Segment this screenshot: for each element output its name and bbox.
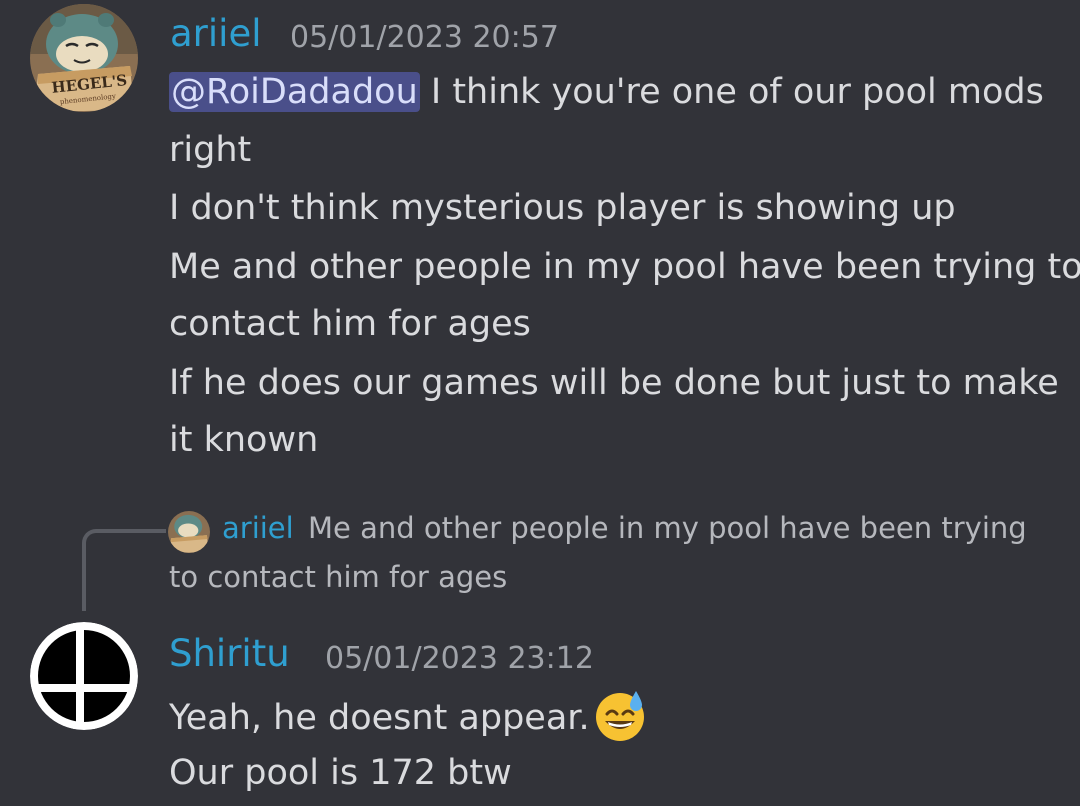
sweat-smile-emoji-icon: [592, 687, 648, 743]
message-line: I don't think mysterious player is showi…: [169, 188, 956, 228]
message-line: @RoiDadadou I think you're one of our po…: [169, 72, 1044, 112]
message-line: Yeah, he doesnt appear.: [169, 691, 648, 743]
message-text: Yeah, he doesnt appear.: [169, 698, 590, 738]
reply-text[interactable]: Me and other people in my pool have been…: [308, 511, 1027, 545]
message-text: I think you're one of our pool mods: [419, 72, 1044, 112]
snorlax-avatar-icon: [168, 511, 210, 553]
message-timestamp: 05/01/2023 20:57: [290, 20, 559, 55]
snorlax-avatar-icon: HEGEL'S phenomenology: [30, 4, 138, 112]
reply-text[interactable]: to contact him for ages: [169, 560, 507, 594]
message-line: Me and other people in my pool have been…: [169, 247, 1080, 287]
message-line: If he does our games will be done but ju…: [169, 363, 1059, 403]
reply-avatar[interactable]: [168, 511, 210, 553]
message-timestamp: 05/01/2023 23:12: [325, 641, 594, 676]
avatar[interactable]: HEGEL'S phenomenology: [30, 4, 138, 112]
message-line: right: [169, 130, 252, 170]
avatar[interactable]: [30, 622, 138, 730]
smash-bros-logo-icon: [30, 622, 138, 730]
reply-connector: [82, 529, 166, 611]
message-author[interactable]: Shiritu: [169, 632, 290, 675]
message-line: contact him for ages: [169, 304, 531, 344]
message-author[interactable]: ariiel: [170, 12, 262, 55]
message-line: it known: [169, 420, 319, 460]
chat-view: HEGEL'S phenomenology ariiel 05/01/2023 …: [0, 0, 1080, 806]
user-mention[interactable]: @RoiDadadou: [169, 72, 420, 112]
message-line: Our pool is 172 btw: [169, 753, 512, 793]
reply-author[interactable]: ariiel: [222, 511, 294, 545]
